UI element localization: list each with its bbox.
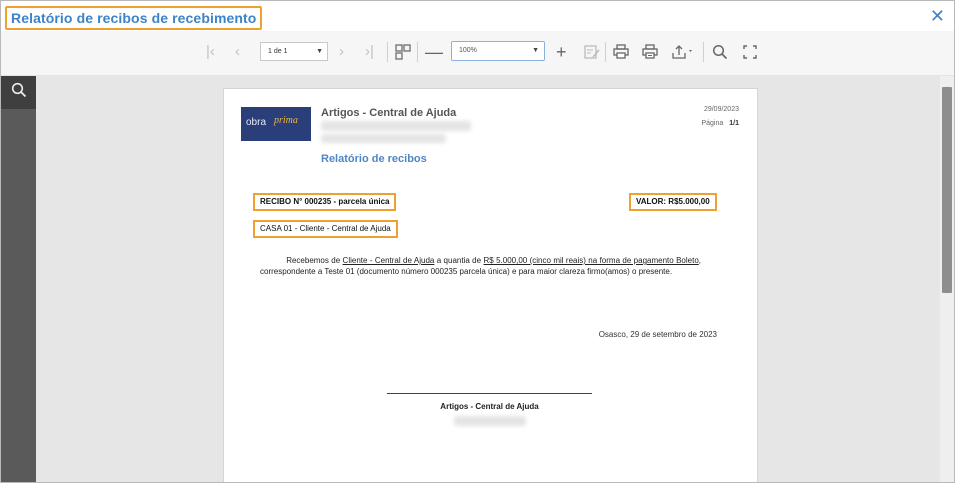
redacted-text [321, 134, 446, 143]
toolbar-divider [605, 42, 606, 62]
search-icon[interactable] [711, 41, 729, 63]
modal-title: Relatório de recibos de recebimento [5, 6, 263, 30]
company-name: Artigos - Central de Ajuda [321, 107, 457, 119]
zoom-select-value: 100% [459, 47, 477, 54]
title-bar: Relatório de recibos de recebimento ✕ [1, 1, 954, 31]
receipt-value: VALOR: R$5.000,00 [629, 193, 717, 211]
report-title: Relatório de recibos [321, 153, 427, 165]
last-page-icon[interactable]: ›| [365, 41, 374, 63]
scrollbar-thumb[interactable] [942, 87, 952, 293]
search-icon [11, 82, 27, 103]
first-page-icon[interactable]: |‹ [206, 41, 215, 63]
export-icon[interactable] [670, 41, 696, 63]
side-search-button[interactable] [1, 76, 36, 109]
zoom-select[interactable]: 100% ▼ [451, 41, 545, 61]
page-select-value: 1 de 1 [268, 48, 288, 55]
page-label: Página [701, 120, 724, 127]
prev-page-icon[interactable]: ‹ [235, 41, 240, 63]
para-client: Cliente - Central de Ajuda [342, 256, 435, 265]
para-part1: Recebemos de [286, 256, 343, 265]
page-value: 1/1 [729, 120, 739, 127]
toolbar-divider [417, 42, 418, 62]
receipt-unit: CASA 01 - Cliente - Central de Ajuda [253, 220, 398, 238]
redacted-text [454, 416, 526, 426]
report-modal: Relatório de recibos de recebimento ✕ |‹… [0, 0, 955, 483]
next-page-icon[interactable]: › [339, 41, 344, 63]
zoom-out-icon[interactable]: — [425, 41, 443, 63]
viewer-toolbar: |‹ ‹ 1 de 1 ▼ › ›| — 100% ▼ + [1, 31, 954, 76]
print-page-icon[interactable] [641, 41, 659, 63]
city-date: Osasco, 29 de setembro de 2023 [598, 330, 717, 339]
print-icon[interactable] [612, 41, 630, 63]
close-icon[interactable]: ✕ [930, 6, 945, 26]
page-info: Página 1/1 [701, 120, 739, 127]
logo-text-2: prima [274, 115, 298, 126]
company-logo: obra prima [241, 107, 311, 141]
fullscreen-icon[interactable] [741, 41, 759, 63]
page-select[interactable]: 1 de 1 ▼ [260, 42, 328, 61]
highlight-icon[interactable] [583, 41, 601, 63]
chevron-down-icon: ▼ [532, 47, 539, 54]
chevron-down-icon: ▼ [316, 48, 323, 55]
para-amount: R$ 5.000,00 (cinco mil reais) na forma d… [483, 256, 699, 265]
receipt-number: RECIBO N° 000235 - parcela única [253, 193, 397, 211]
report-date: 29/09/2023 [703, 106, 739, 113]
redacted-text [321, 121, 471, 131]
toolbar-divider [703, 42, 704, 62]
toolbar-divider [387, 42, 388, 62]
report-page: obra prima Artigos - Central de Ajuda 29… [223, 88, 758, 482]
zoom-in-icon[interactable]: + [556, 41, 567, 63]
signature-line [387, 393, 592, 394]
logo-text-1: obra [246, 117, 267, 128]
para-part2: a quantia de [434, 256, 484, 265]
receipt-paragraph: Recebemos de Cliente - Central de Ajuda … [260, 255, 701, 277]
signature-name: Artigos - Central de Ajuda [440, 402, 539, 411]
side-panel [1, 76, 36, 482]
multipage-icon[interactable] [394, 41, 412, 63]
